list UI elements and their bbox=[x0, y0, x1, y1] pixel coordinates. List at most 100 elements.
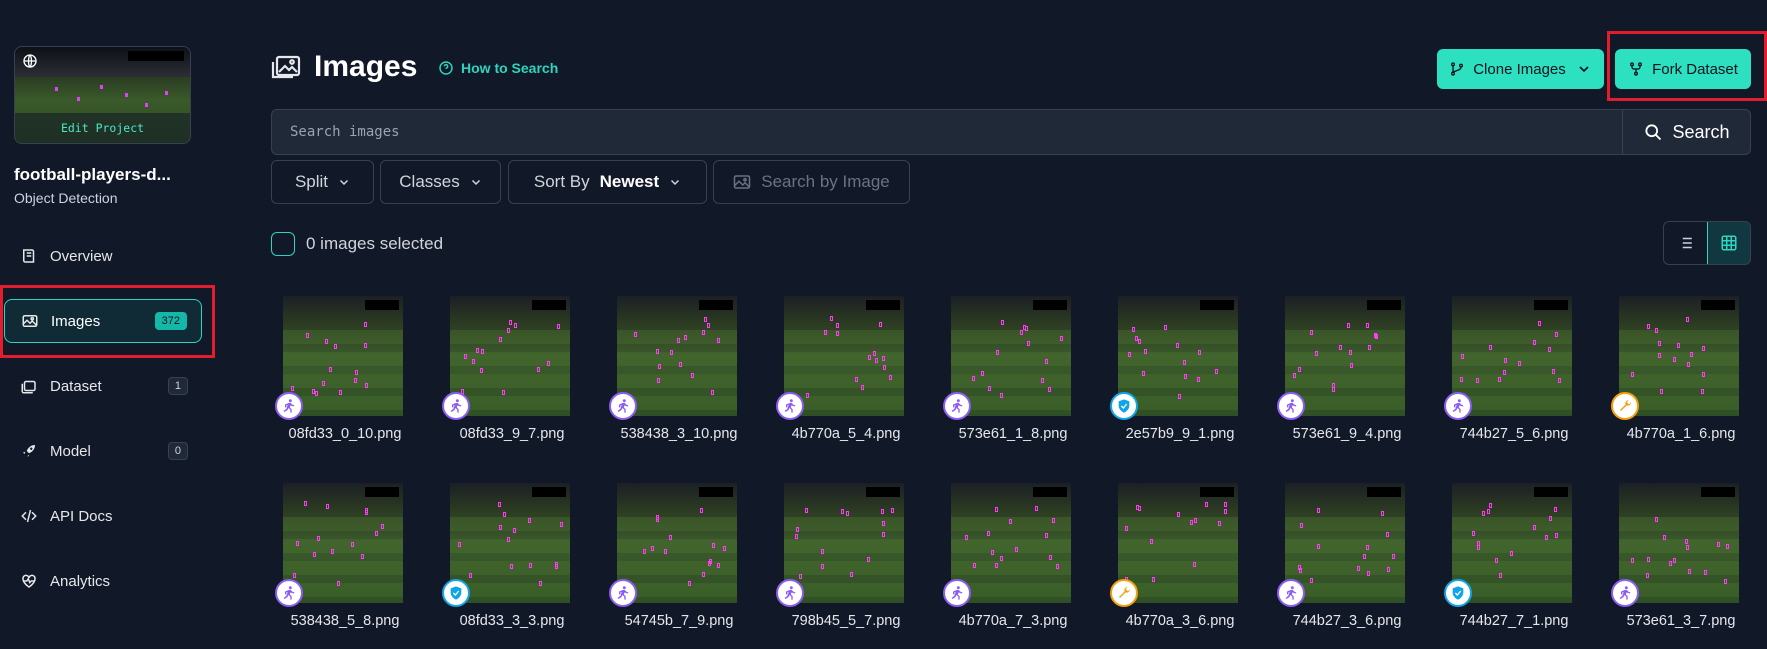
annotation-box bbox=[846, 511, 849, 516]
annotation-dot bbox=[77, 97, 80, 101]
image-tile[interactable]: 2e57b9_9_1.png bbox=[1110, 296, 1250, 466]
annotation-box bbox=[708, 561, 711, 566]
annotation-box bbox=[656, 517, 659, 522]
annotation-box bbox=[717, 338, 720, 343]
annotation-box bbox=[464, 354, 467, 359]
image-tile[interactable]: 538438_3_10.png bbox=[609, 296, 749, 466]
image-tile[interactable]: 4b770a_3_6.png bbox=[1110, 483, 1250, 649]
annotation-box bbox=[513, 528, 516, 533]
pitch-stripe bbox=[784, 561, 904, 575]
image-tile[interactable]: 798b45_5_7.png bbox=[776, 483, 916, 649]
annotation-box bbox=[547, 361, 550, 366]
image-tile[interactable]: 744b27_3_6.png bbox=[1277, 483, 1417, 649]
annotation-box bbox=[879, 322, 882, 327]
pitch-stripe bbox=[1619, 561, 1739, 575]
sidebar-item-overview[interactable]: Overview bbox=[4, 234, 202, 278]
sidebar-item-dataset[interactable]: Dataset 1 bbox=[4, 364, 202, 408]
scoreboard-overlay bbox=[1033, 487, 1067, 497]
image-tile[interactable]: 538438_5_8.png bbox=[275, 483, 415, 649]
pitch-stripe bbox=[784, 352, 904, 366]
image-tile[interactable]: 744b27_5_6.png bbox=[1444, 296, 1584, 466]
annotation-box bbox=[1477, 545, 1480, 550]
list-view-button[interactable] bbox=[1664, 222, 1707, 264]
annotation-box bbox=[1015, 547, 1018, 552]
search-by-image-button[interactable]: Search by Image bbox=[713, 160, 910, 204]
pitch-stripe bbox=[1619, 330, 1739, 344]
annotation-box bbox=[643, 549, 646, 554]
how-to-search-link[interactable]: How to Search bbox=[438, 60, 558, 76]
search-input[interactable] bbox=[272, 110, 1622, 154]
annotation-box bbox=[507, 537, 510, 542]
annotation-box bbox=[1655, 517, 1658, 522]
sidebar-item-images[interactable]: Images 372 bbox=[4, 299, 202, 343]
annotation-box bbox=[1164, 325, 1167, 330]
annotation-box bbox=[1495, 558, 1498, 563]
image-tile[interactable]: 4b770a_7_3.png bbox=[943, 483, 1083, 649]
project-thumbnail[interactable]: Edit Project bbox=[14, 46, 191, 144]
grid-view-button[interactable] bbox=[1706, 222, 1750, 264]
annotation-box bbox=[1224, 509, 1227, 514]
annotation-box bbox=[704, 317, 707, 322]
annotation-box bbox=[651, 546, 654, 551]
image-tile[interactable]: 54745b_7_9.png bbox=[609, 483, 749, 649]
clone-images-button[interactable]: Clone Images bbox=[1437, 49, 1604, 89]
sidebar-item-api-docs[interactable]: API Docs bbox=[4, 494, 202, 538]
annotation-box bbox=[867, 557, 870, 562]
annotation-box bbox=[1357, 566, 1360, 571]
pitch-stripe bbox=[1118, 539, 1238, 553]
sidebar-item-analytics[interactable]: Analytics bbox=[4, 559, 202, 603]
annotation-box bbox=[657, 378, 660, 383]
annotation-box bbox=[1142, 371, 1145, 376]
annotation-box bbox=[1375, 334, 1378, 339]
annotation-box bbox=[723, 546, 726, 551]
annotation-box bbox=[1300, 523, 1303, 528]
image-tile[interactable]: 744b27_7_1.png bbox=[1444, 483, 1584, 649]
fork-dataset-label: Fork Dataset bbox=[1652, 60, 1738, 78]
annotation-box bbox=[684, 335, 687, 340]
image-filename: 744b27_7_1.png bbox=[1459, 613, 1569, 629]
image-tile[interactable]: 4b770a_5_4.png bbox=[776, 296, 916, 466]
scoreboard-overlay bbox=[866, 487, 900, 497]
pitch-stripe bbox=[1285, 374, 1405, 388]
annotation-box bbox=[1045, 359, 1048, 364]
annotation-box bbox=[679, 362, 682, 367]
classes-filter[interactable]: Classes bbox=[380, 160, 501, 204]
annotation-box bbox=[973, 563, 976, 568]
pitch-stripe bbox=[784, 517, 904, 531]
annotation-box bbox=[304, 501, 307, 506]
runner-icon bbox=[442, 392, 470, 420]
annotation-box bbox=[1049, 555, 1052, 560]
runner-icon bbox=[609, 392, 637, 420]
pitch-stripe bbox=[1452, 352, 1572, 366]
clone-images-label: Clone Images bbox=[1473, 60, 1566, 78]
fork-dataset-button[interactable]: Fork Dataset bbox=[1615, 49, 1751, 89]
annotation-box bbox=[1504, 358, 1507, 363]
image-tile[interactable]: 08fd33_9_7.png bbox=[442, 296, 582, 466]
annotation-dot bbox=[125, 93, 128, 97]
annotation-box bbox=[291, 386, 294, 391]
split-label: Split bbox=[294, 172, 329, 191]
image-tile[interactable]: 573e61_3_7.png bbox=[1611, 483, 1751, 649]
annotation-box bbox=[821, 549, 824, 554]
annotation-box bbox=[1298, 367, 1301, 372]
layers-icon bbox=[20, 377, 38, 395]
fork-icon bbox=[1630, 62, 1643, 76]
select-all-checkbox[interactable] bbox=[271, 232, 295, 256]
search-button[interactable]: Search bbox=[1622, 110, 1750, 154]
annotation-box bbox=[1125, 526, 1128, 531]
annotation-box bbox=[331, 549, 334, 554]
image-tile[interactable]: 573e61_9_4.png bbox=[1277, 296, 1417, 466]
thumbnail-scoreboard bbox=[128, 51, 184, 61]
image-tile[interactable]: 08fd33_3_3.png bbox=[442, 483, 582, 649]
image-tile[interactable]: 4b770a_1_6.png bbox=[1611, 296, 1751, 466]
edit-project-label[interactable]: Edit Project bbox=[15, 113, 190, 143]
image-filename: 538438_5_8.png bbox=[290, 613, 400, 629]
split-filter[interactable]: Split bbox=[271, 160, 374, 204]
project-type: Object Detection bbox=[14, 190, 118, 206]
scoreboard-overlay bbox=[1367, 300, 1401, 310]
sort-by-dropdown[interactable]: Sort By Newest bbox=[508, 160, 707, 204]
image-tile[interactable]: 08fd33_0_10.png bbox=[275, 296, 415, 466]
sidebar-item-model[interactable]: Model 0 bbox=[4, 429, 202, 473]
sort-by-label: Sort By bbox=[533, 172, 590, 191]
image-tile[interactable]: 573e61_1_8.png bbox=[943, 296, 1083, 466]
